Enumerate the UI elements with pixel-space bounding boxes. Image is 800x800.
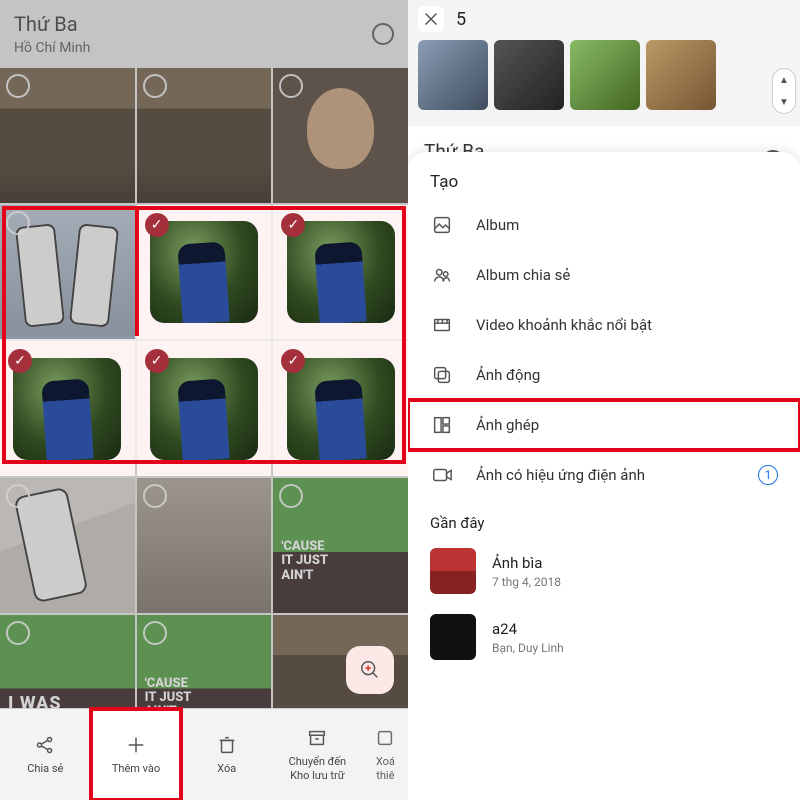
remove-icon (374, 727, 396, 749)
zoom-stepper[interactable]: ▲ ▼ (772, 68, 796, 114)
delete-label: Xóa (217, 762, 236, 775)
recent-thumb (430, 614, 476, 660)
photo-grid (0, 68, 408, 749)
remove-label-1: Xoá (376, 755, 395, 768)
album-icon (430, 214, 454, 236)
photo-thumb[interactable] (0, 205, 135, 340)
recent-name: a24 (492, 620, 564, 638)
trash-icon (216, 734, 238, 756)
menu-animation[interactable]: Ảnh động (408, 350, 800, 400)
photo-thumb-selected[interactable] (0, 341, 135, 476)
menu-label: Ảnh động (476, 366, 540, 384)
menu-label: Video khoảnh khắc nổi bật (476, 316, 652, 334)
recent-members: Bạn, Duy Linh (492, 641, 564, 655)
selected-thumb[interactable] (570, 40, 640, 110)
remove-button[interactable]: Xoá thiê (363, 709, 408, 800)
photo-thumb-selected[interactable] (273, 205, 408, 340)
chevron-up-icon: ▲ (779, 75, 789, 86)
checkmark-icon (145, 349, 169, 373)
photo-thumb[interactable] (273, 68, 408, 203)
archive-icon (306, 727, 328, 749)
menu-label: Ảnh ghép (476, 416, 539, 434)
photo-thumb-selected[interactable] (137, 205, 272, 340)
selected-thumb[interactable] (418, 40, 488, 110)
create-sheet: Tạo Album Album chia sẻ Video khoảnh khắ… (408, 152, 800, 800)
animation-icon (430, 364, 454, 386)
location-label: Hồ Chí Minh (14, 40, 90, 56)
new-badge: 1 (758, 465, 778, 485)
share-label: Chia sẻ (27, 762, 63, 775)
remove-label-2: thiê (376, 769, 394, 782)
share-button[interactable]: Chia sẻ (0, 709, 91, 800)
selection-count: 5 (456, 9, 466, 30)
cinematic-icon (430, 464, 454, 486)
movie-icon (430, 314, 454, 336)
checkmark-icon (281, 213, 305, 237)
left-header: Thứ Ba Hồ Chí Minh (0, 0, 408, 68)
add-to-label: Thêm vào (112, 762, 160, 775)
left-panel: Thứ Ba Hồ Chí Minh (0, 0, 408, 800)
collage-icon (430, 414, 454, 436)
right-panel: 5 ▲ ▼ Thứ Ba Hồ Chí Minh Tạo Albu (408, 0, 800, 800)
menu-label: Ảnh có hiệu ứng điện ảnh (476, 466, 645, 484)
menu-collage[interactable]: Ảnh ghép (408, 400, 800, 450)
recent-title: Gần đây (408, 500, 800, 538)
menu-label: Album chia sẻ (476, 266, 570, 284)
recent-thumb (430, 548, 476, 594)
photo-thumb[interactable] (0, 68, 135, 203)
chevron-down-icon: ▼ (779, 97, 789, 108)
zoom-fab[interactable] (346, 646, 394, 694)
menu-highlight-video[interactable]: Video khoảnh khắc nổi bật (408, 300, 800, 350)
day-label: Thứ Ba (14, 12, 90, 36)
magnify-plus-icon (359, 659, 381, 681)
recent-date: 7 thg 4, 2018 (492, 575, 561, 589)
delete-button[interactable]: Xóa (181, 709, 272, 800)
menu-shared-album[interactable]: Album chia sẻ (408, 250, 800, 300)
recent-item[interactable]: a24 Bạn, Duy Linh (408, 604, 800, 670)
archive-button[interactable]: Chuyển đến Kho lưu trữ (272, 709, 363, 800)
archive-label-2: Kho lưu trữ (290, 769, 344, 782)
plus-icon (125, 734, 147, 756)
shared-album-icon (430, 264, 454, 286)
share-icon (34, 734, 56, 756)
right-top-preview: 5 ▲ ▼ (408, 0, 800, 126)
bottom-toolbar: Chia sẻ Thêm vào Xóa Chuyển đến Kho lưu … (0, 708, 408, 800)
menu-label: Album (476, 216, 519, 234)
recent-name: Ảnh bìa (492, 554, 561, 572)
photo-thumb[interactable] (0, 478, 135, 613)
select-all-toggle[interactable] (372, 23, 394, 45)
sheet-title: Tạo (408, 170, 800, 200)
photo-thumb-selected[interactable] (273, 341, 408, 476)
selected-thumb[interactable] (494, 40, 564, 110)
photo-thumb[interactable] (273, 478, 408, 613)
add-to-button[interactable]: Thêm vào (91, 709, 182, 800)
close-button[interactable] (418, 6, 444, 32)
recent-item[interactable]: Ảnh bìa 7 thg 4, 2018 (408, 538, 800, 604)
checkmark-icon (145, 213, 169, 237)
selected-thumbs (418, 40, 790, 116)
menu-cinematic[interactable]: Ảnh có hiệu ứng điện ảnh 1 (408, 450, 800, 500)
photo-thumb[interactable] (137, 68, 272, 203)
photo-thumb[interactable] (137, 478, 272, 613)
menu-album[interactable]: Album (408, 200, 800, 250)
archive-label-1: Chuyển đến (289, 755, 347, 768)
close-icon (420, 8, 442, 30)
photo-thumb-selected[interactable] (137, 341, 272, 476)
selected-thumb[interactable] (646, 40, 716, 110)
